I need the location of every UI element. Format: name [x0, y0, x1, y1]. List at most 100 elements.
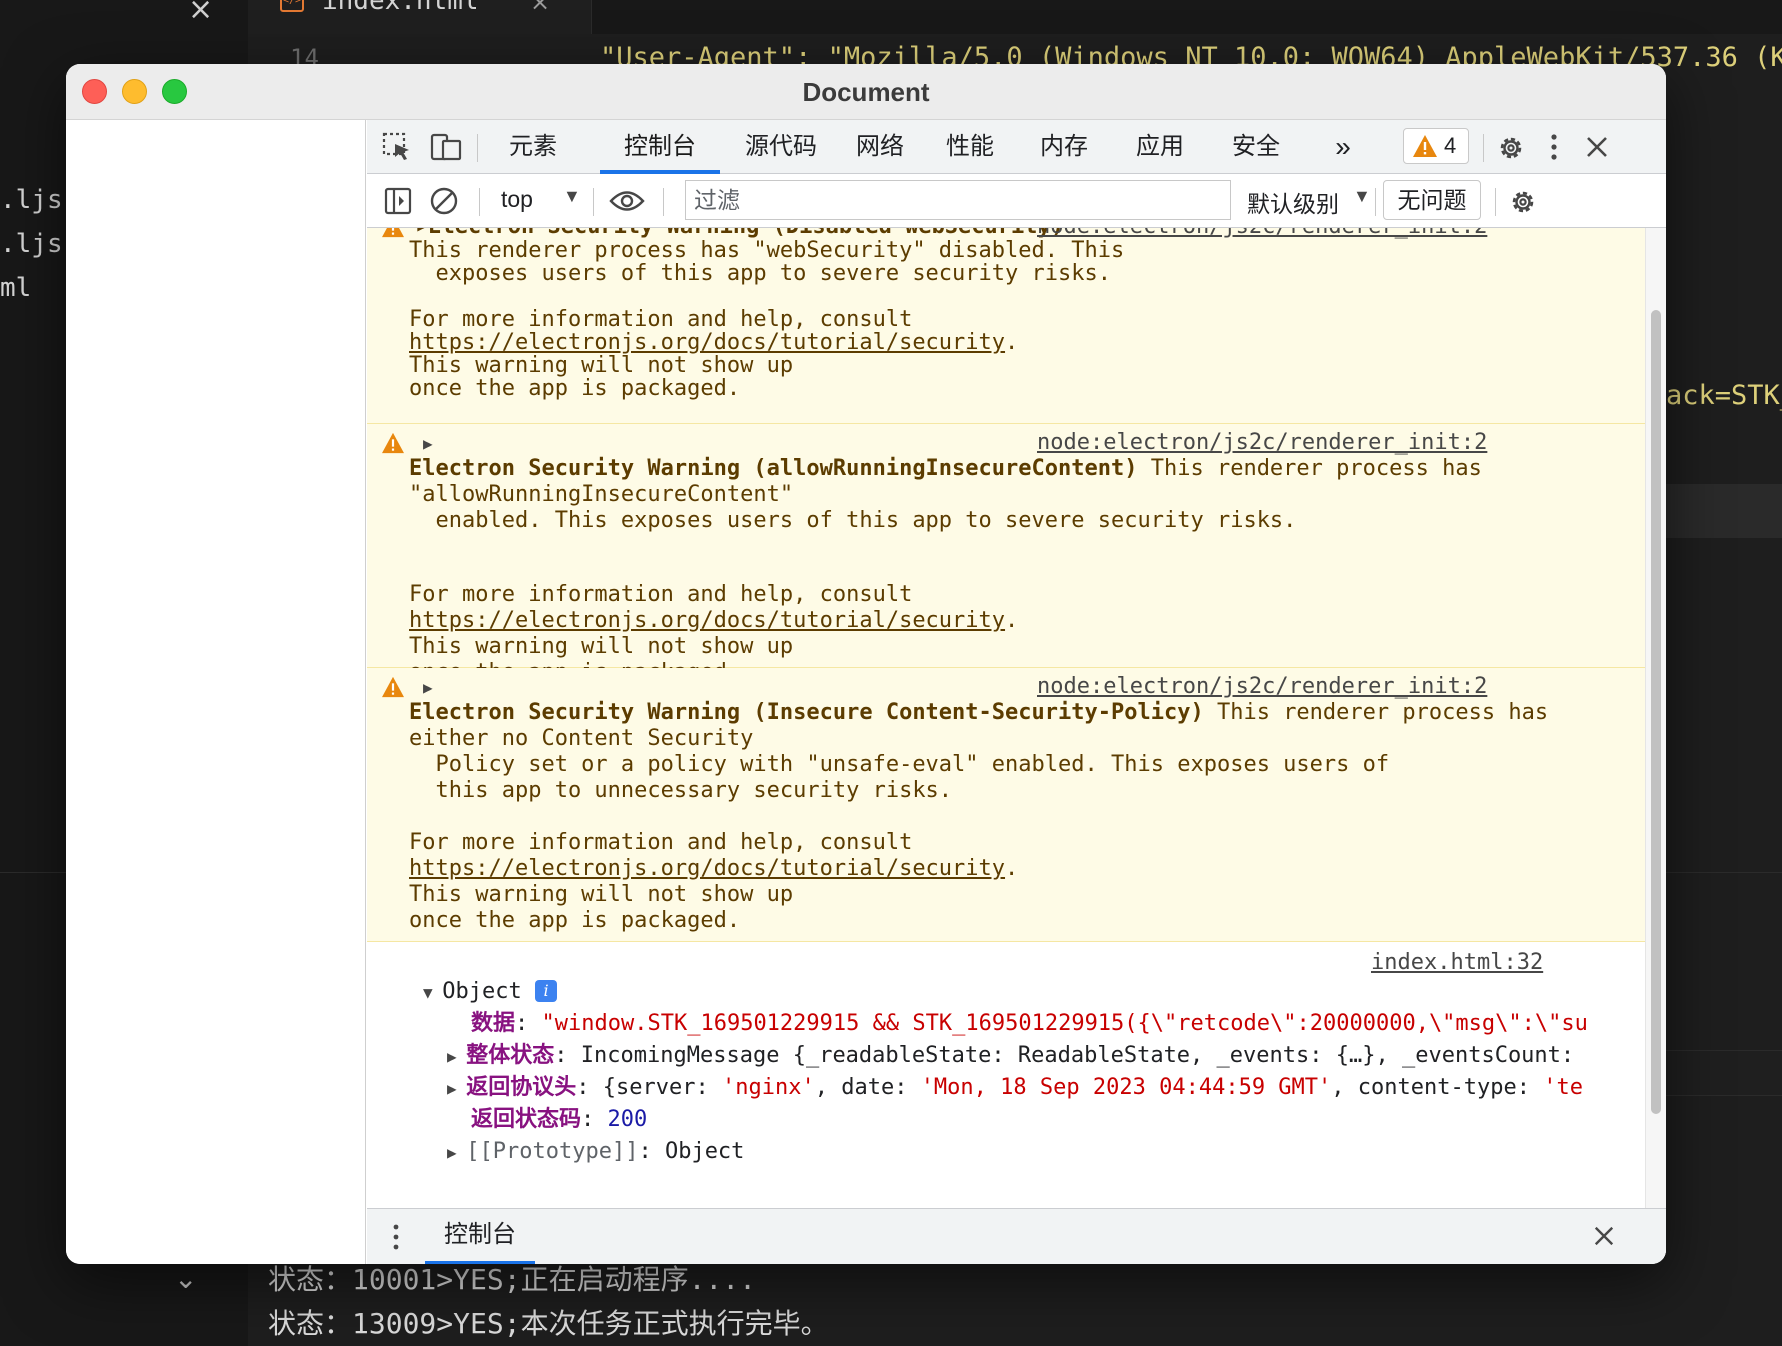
window-titlebar: Document — [66, 64, 1666, 120]
warning-text: either no Content Security — [409, 726, 754, 751]
settings-gear-icon[interactable] — [1495, 132, 1527, 169]
toolbar-separator — [1495, 188, 1496, 216]
inspect-element-icon[interactable] — [381, 131, 413, 168]
toolbar-separator — [1483, 134, 1484, 162]
warning-url-line: https://electronjs.org/docs/tutorial/sec… — [409, 856, 1019, 881]
dropdown-arrow-icon[interactable]: ▼ — [1353, 186, 1371, 207]
info-icon[interactable]: i — [535, 980, 557, 1002]
toolbar-separator — [593, 188, 594, 216]
expand-arrow-icon[interactable]: ▶ — [447, 1079, 466, 1098]
clear-console-icon[interactable] — [429, 186, 459, 221]
warning-url-line: https://electronjs.org/docs/tutorial/sec… — [409, 608, 1019, 633]
explorer-file-list: .ljs .ljs ml — [0, 178, 63, 310]
console-scrollbar-thumb[interactable] — [1651, 310, 1661, 1114]
dropdown-arrow-icon[interactable]: ▼ — [563, 186, 581, 207]
console-messages: ▸Electron Security Warning (Disabled web… — [367, 228, 1666, 1208]
tab-sources[interactable]: 源代码 — [733, 120, 829, 174]
object-property: 返回状态码: 200 — [471, 1107, 648, 1132]
warning-icon — [1412, 134, 1438, 163]
warning-icon — [381, 676, 405, 704]
warning-text: exposes users of this app to severe secu… — [409, 261, 1111, 286]
source-link[interactable]: index.html:32 — [1371, 950, 1543, 975]
object-property[interactable]: ▶ [[Prototype]]: Object — [447, 1138, 744, 1167]
warning-text: this app to unnecessary security risks. — [409, 778, 953, 803]
expand-arrow-icon[interactable]: ▶ — [423, 434, 433, 453]
context-selector[interactable]: top — [501, 186, 533, 213]
warning-text: For more information and help, consult — [409, 582, 913, 607]
tab-security[interactable]: 安全 — [1219, 120, 1293, 174]
panel-row — [1666, 1050, 1782, 1096]
tab-console[interactable]: 控制台 — [600, 120, 720, 174]
tab-memory[interactable]: 内存 — [1027, 120, 1101, 174]
warnings-counter-button[interactable]: 4 — [1403, 128, 1469, 164]
expand-arrow-icon[interactable]: ▶ — [423, 678, 433, 697]
terminal-output: 状态：10001>YES;正在启动程序.... 状态：13009>YES;本次任… — [268, 1258, 829, 1346]
warning-text: This warning will not show up — [409, 882, 794, 907]
console-warning-message: ▸Electron Security Warning (Disabled web… — [367, 228, 1645, 424]
toolbar-separator — [479, 188, 480, 216]
warning-text: For more information and help, consult — [409, 830, 913, 855]
html-file-icon: </> — [280, 0, 304, 12]
object-property[interactable]: ▶ 整体状态: IncomingMessage {_readableState:… — [447, 1042, 1574, 1071]
sidebar-toggle-icon[interactable] — [383, 186, 413, 221]
devtools-main-toolbar: 元素 控制台 源代码 网络 性能 内存 应用 安全 » 4 — [367, 120, 1666, 174]
warning-icon — [381, 432, 405, 460]
drawer-menu-icon[interactable] — [391, 1223, 401, 1256]
tab-network[interactable]: 网络 — [843, 120, 917, 174]
live-expression-eye-icon[interactable] — [609, 188, 645, 219]
code-fragment: ack=STK_ — [1666, 380, 1782, 411]
filter-input-box[interactable] — [685, 180, 1231, 220]
warning-title: Electron Security Warning (Insecure Cont… — [409, 700, 1549, 725]
toolbar-separator — [663, 188, 664, 216]
tab-elements[interactable]: 元素 — [493, 120, 573, 174]
security-docs-link[interactable]: https://electronjs.org/docs/tutorial/sec… — [409, 856, 1005, 881]
explorer-file[interactable]: ml — [0, 266, 63, 310]
expand-arrow-icon[interactable]: ▶ — [447, 1143, 466, 1162]
explorer-file[interactable]: .ljs — [0, 178, 63, 222]
close-icon[interactable]: × — [188, 0, 213, 27]
devtools-panel: 元素 控制台 源代码 网络 性能 内存 应用 安全 » 4 top ▼ 过滤 默… — [367, 120, 1666, 1264]
page-content — [66, 120, 366, 1264]
warning-text: Policy set or a policy with "unsafe-eval… — [409, 752, 1390, 777]
more-options-icon[interactable] — [1549, 132, 1559, 167]
console-settings-gear-icon[interactable] — [1507, 186, 1539, 223]
source-link[interactable]: node:electron/js2c/renderer_init:2 — [1037, 430, 1487, 455]
warning-text: enabled. This exposes users of this app … — [409, 508, 1297, 533]
log-level-selector[interactable]: 默认级别 — [1247, 185, 1339, 219]
warning-text: "allowRunningInsecureContent" — [409, 482, 794, 507]
tab-application[interactable]: 应用 — [1123, 120, 1197, 174]
electron-window: Document 元素 控制台 源代码 网络 性能 内存 应用 安全 » 4 t… — [66, 64, 1666, 1264]
collapse-arrow-icon[interactable]: ▼ — [423, 983, 442, 1002]
console-warning-message: ▶ node:electron/js2c/renderer_init:2 Ele… — [367, 668, 1645, 942]
explorer-file[interactable]: .ljs — [0, 222, 63, 266]
close-devtools-icon[interactable] — [1585, 135, 1609, 164]
close-drawer-icon[interactable] — [1593, 1225, 1615, 1252]
device-toolbar-icon[interactable] — [429, 131, 463, 168]
object-property[interactable]: ▶ 返回协议头: {server: 'nginx', date: 'Mon, 1… — [447, 1074, 1583, 1103]
more-tabs-icon[interactable]: » — [1323, 120, 1363, 174]
toolbar-separator — [1375, 188, 1376, 216]
editor-tab[interactable]: </> index.html × — [248, 0, 592, 34]
tab-close-icon[interactable]: × — [530, 0, 550, 16]
security-docs-link[interactable]: https://electronjs.org/docs/tutorial/sec… — [409, 608, 1005, 633]
tab-performance[interactable]: 性能 — [933, 120, 1007, 174]
console-log-message: index.html:32 ▼ Object i 数据: "window.STK… — [367, 942, 1645, 1208]
chevron-down-icon[interactable]: ⌄ — [174, 1262, 197, 1295]
terminal-line: 状态：10001>YES;正在启动程序.... — [268, 1263, 757, 1296]
filter-input[interactable] — [686, 181, 1230, 219]
object-header[interactable]: ▼ Object i — [423, 978, 557, 1007]
toolbar-separator — [477, 134, 478, 162]
source-link[interactable]: node:electron/js2c/renderer_init:2 — [1037, 674, 1487, 699]
code-line-highlight — [1666, 484, 1782, 538]
warning-title: Electron Security Warning (allowRunningI… — [409, 456, 1482, 481]
warning-text: This warning will not show up — [409, 634, 794, 659]
drawer-tab-console[interactable]: 控制台 — [425, 1209, 535, 1264]
warning-count: 4 — [1444, 133, 1457, 158]
expand-arrow-icon[interactable]: ▶ — [447, 1047, 466, 1066]
security-docs-link[interactable]: https://electronjs.org/docs/tutorial/sec… — [409, 330, 1005, 355]
warning-text: once the app is packaged. — [409, 908, 741, 933]
editor-tab-label: index.html — [322, 0, 479, 16]
window-title: Document — [802, 77, 930, 107]
issues-button[interactable]: 无问题 — [1383, 180, 1481, 220]
warning-text: once the app is packaged. — [409, 376, 741, 401]
